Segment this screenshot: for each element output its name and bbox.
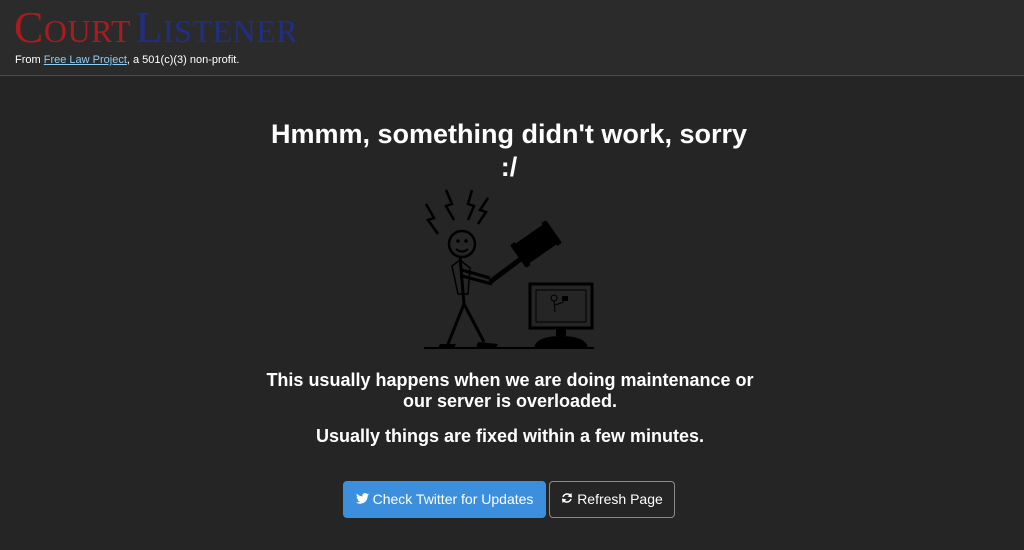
tagline: From Free Law Project, a 501(c)(3) non-p… <box>15 54 239 66</box>
refresh-icon <box>561 482 573 517</box>
site-header: COURT LISTENER From Free Law Project, a … <box>0 0 1024 76</box>
courtlistener-logo[interactable]: COURT LISTENER <box>14 6 298 50</box>
check-twitter-button[interactable]: Check Twitter for Updates <box>343 481 546 518</box>
frustrated-stick-figure-illustration <box>418 186 598 354</box>
page-title: Hmmm, something didn't work, sorry :/ <box>271 119 747 182</box>
free-law-project-link[interactable]: Free Law Project <box>44 54 127 66</box>
fix-time-message: Usually things are fixed within a few mi… <box>315 426 705 446</box>
twitter-bird-icon <box>355 482 369 517</box>
twitter-button-label: Check Twitter for Updates <box>372 491 534 507</box>
logo-listener: LISTENER <box>135 3 298 52</box>
logo-court: COURT <box>14 3 132 52</box>
refresh-button-label: Refresh Page <box>577 491 663 507</box>
maintenance-message: This usually happens when we are doing m… <box>266 370 754 411</box>
tagline-prefix: From <box>15 54 44 66</box>
tagline-suffix: , a 501(c)(3) non-profit. <box>126 54 240 66</box>
refresh-page-button[interactable]: Refresh Page <box>549 481 675 518</box>
